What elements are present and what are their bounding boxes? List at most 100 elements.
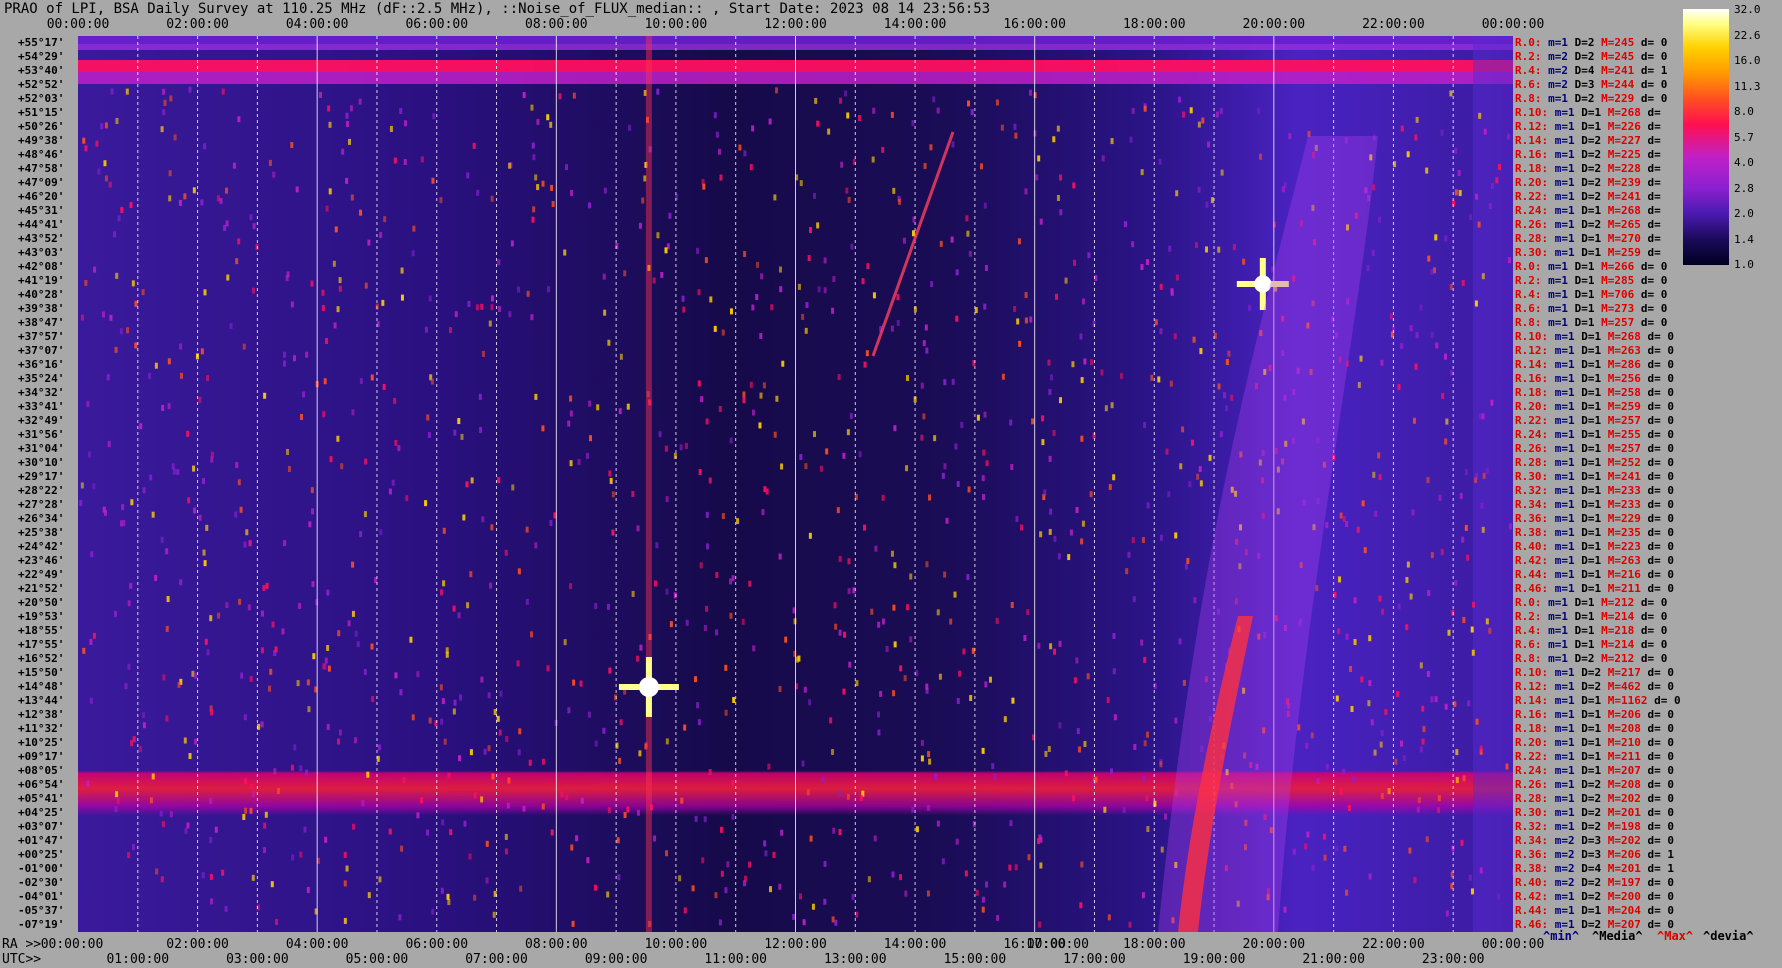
speckle [531,142,535,149]
speckle [1215,111,1219,118]
speckle [1232,244,1236,251]
speckle [708,768,712,775]
row-stat-dv: d= 0 [1634,302,1668,315]
speckle [589,435,593,442]
speckle [151,511,155,518]
row-stat-r: R.24: [1515,204,1549,217]
ra-tick-label: 18:00:00 [1122,937,1186,952]
speckle [949,618,953,625]
speckle [274,646,278,653]
speckle [466,602,470,609]
row-stat-m: m=1 [1548,498,1575,511]
row-stat-m: m=1 [1548,708,1575,721]
speckle [465,481,469,488]
speckle [142,487,146,494]
speckle [755,294,759,301]
speckle [808,532,812,539]
speckle [1112,474,1116,481]
row-stat-h: M=258 [1601,386,1641,399]
speckle [1462,775,1466,782]
row-stat: R.10: m=1 D=1 M=268 d= 0 [1515,330,1674,343]
speckle [1129,136,1133,143]
speckle [1024,292,1028,299]
speckle [903,675,907,682]
row-stat-h: M=210 [1601,736,1641,749]
speckle [200,348,204,355]
speckle [1408,847,1412,854]
speckle [724,709,728,716]
speckle [338,729,342,736]
speckle [1059,174,1063,181]
declination-label: +35°24' [18,372,65,385]
utc-tick-label: 23:00:00 [1421,952,1485,967]
speckle [1444,235,1448,242]
speckle [656,232,660,239]
speckle [909,636,913,643]
speckle [964,870,968,877]
row-stat-h: M=239 [1601,176,1641,189]
speckle [485,840,489,847]
speckle [741,618,745,625]
speckle [1406,561,1410,568]
speckle [1445,910,1449,917]
speckle [205,524,209,531]
row-stat: R.38: m=2 D=4 M=201 d= 1 [1515,862,1674,875]
speckle [1159,534,1163,541]
speckle [1010,601,1014,608]
row-stat-h: M=207 [1601,764,1641,777]
speckle [466,172,470,179]
speckle [283,540,287,547]
speckle [1339,789,1343,796]
speckle [1080,435,1084,442]
row-stat-dv: d= 0 [1640,722,1674,735]
declination-label: +17°55' [18,638,65,651]
speckle [1123,221,1127,228]
speckle [125,88,129,95]
speckle [1409,325,1413,332]
speckle [1426,670,1430,677]
row-stat: R.22: m=1 D=1 M=257 d= 0 [1515,414,1674,427]
speckle [699,562,703,569]
speckle [899,874,903,881]
speckle [160,126,164,133]
speckle [1306,831,1310,838]
speckle [117,215,121,222]
speckle [1143,421,1147,428]
row-stat: R.18: m=1 D=1 M=208 d= 0 [1515,722,1674,735]
row-stat-d: D=1 [1574,372,1602,385]
speckle [347,620,351,627]
speckle [1396,691,1400,698]
speckle [235,258,239,265]
row-stat-d: D=2 [1574,778,1602,791]
speckle [823,257,827,264]
speckle [865,350,869,357]
declination-label: +55°17' [18,36,65,49]
speckle [569,460,573,467]
speckle [579,680,583,687]
row-stat: R.42: m=1 D=1 M=263 d= 0 [1515,554,1674,567]
speckle [1039,862,1043,869]
speckle [397,445,401,452]
speckle [872,107,876,114]
declination-label: +11°32' [18,722,65,735]
speckle [742,391,746,398]
row-stat-h: M=214 [1594,638,1635,651]
speckle [1039,218,1043,225]
row-stat-dv: d= 0 [1640,834,1674,847]
speckle [382,383,386,390]
speckle [89,638,93,645]
speckle [336,306,340,313]
speckle [191,670,195,677]
speckle [1419,304,1423,311]
speckle [803,686,807,693]
speckle [877,621,881,628]
row-stat-dv: d= 0 [1640,736,1674,749]
row-stat-m: m=1 [1548,666,1575,679]
speckle [300,413,304,420]
speckle [517,749,521,756]
row-stat-dv: d= [1640,190,1661,203]
speckle [1281,186,1285,193]
speckle [411,250,415,257]
speckle [498,729,502,736]
ra-tick-label: 14:00:00 [883,937,947,952]
